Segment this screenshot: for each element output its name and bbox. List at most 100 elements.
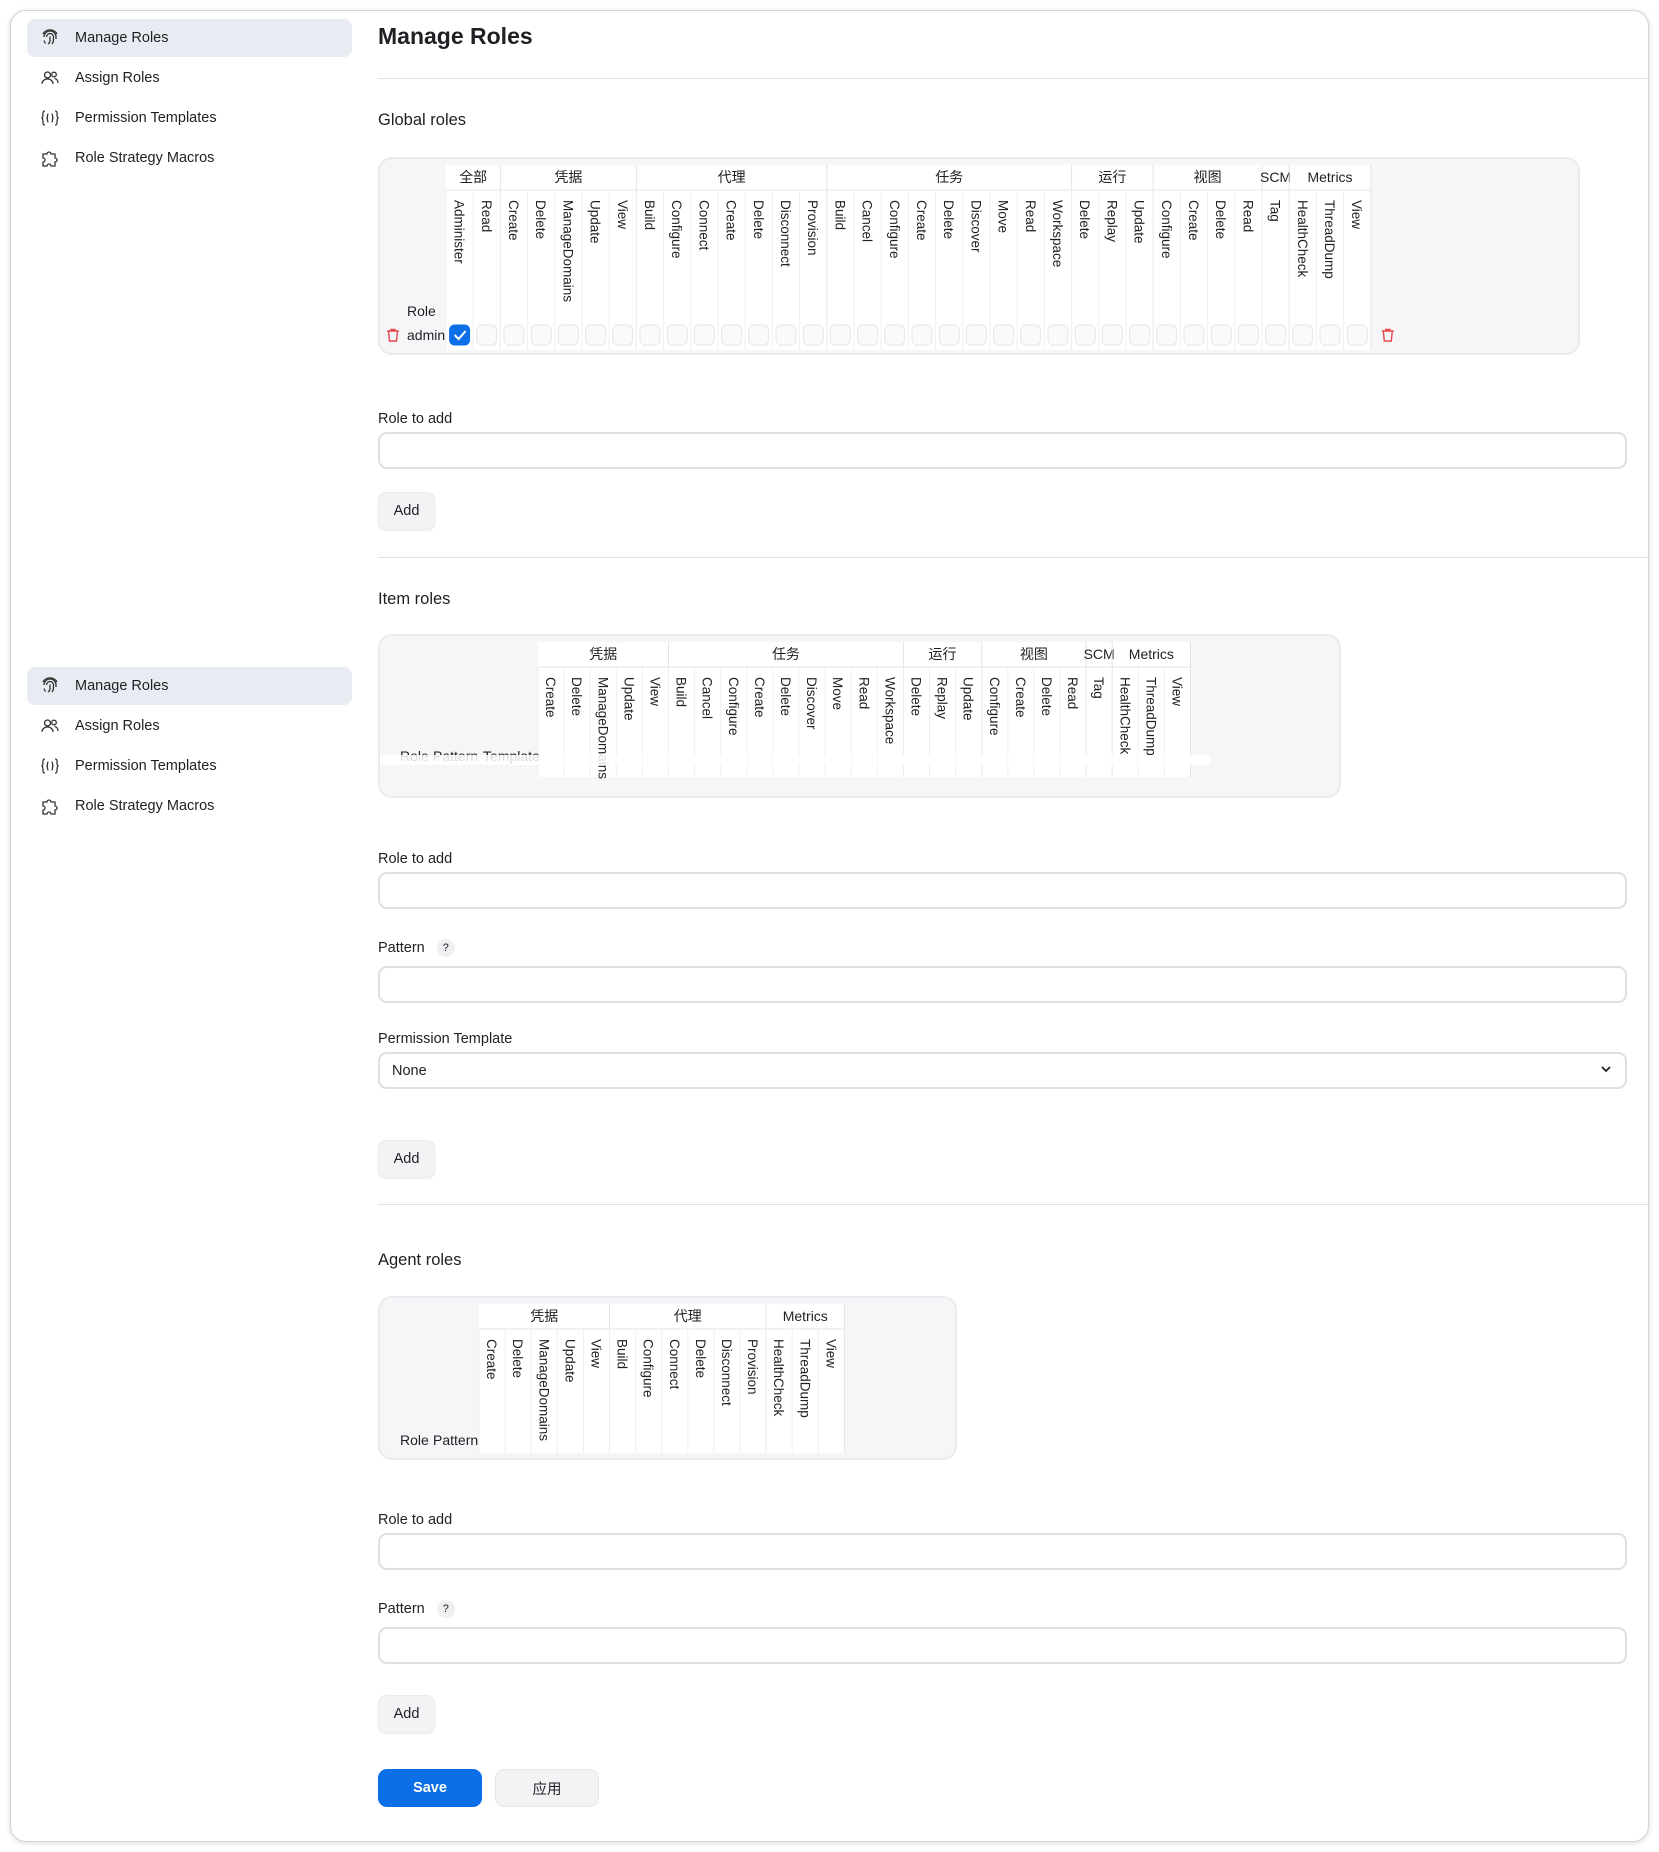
agent-roles-title: Agent roles — [378, 1251, 462, 1269]
permission-checkbox — [1074, 324, 1096, 346]
braces-icon — [39, 755, 61, 777]
sidebar-item-assign-roles[interactable]: Assign Roles — [27, 59, 352, 97]
item-roles-grid: 凭据 任务 运行 视图 SCM MetricsCreate Delete ManageDoma… — [380, 642, 1211, 779]
permission-group-label: 运行 — [929, 646, 957, 662]
permission-label: Provision — [745, 1339, 760, 1395]
item-add-button[interactable]: Add — [378, 1140, 435, 1178]
save-button[interactable]: Save — [378, 1769, 482, 1807]
sidebar-item-label: Role Strategy Macros — [75, 798, 215, 814]
agent-add-button[interactable]: Add — [378, 1695, 435, 1733]
fingerprint-icon — [39, 27, 61, 49]
trash-icon — [387, 328, 399, 342]
permission-group-label: 代理 — [718, 169, 746, 185]
permission-label: HealthCheck — [771, 1339, 786, 1417]
permission-label: Cancel — [860, 200, 875, 242]
fingerprint-icon — [39, 675, 61, 697]
permission-checkbox — [1319, 324, 1341, 346]
permission-template-value: None — [392, 1062, 427, 1079]
agent-role-to-add-input[interactable] — [378, 1533, 1627, 1570]
permission-checkbox — [911, 324, 933, 346]
permission-label: Create — [506, 200, 521, 241]
permission-label: Create — [1186, 200, 1201, 241]
sidebar-item-label: Assign Roles — [75, 70, 160, 86]
permission-label: Build — [642, 200, 657, 230]
permission-label: Delete — [569, 677, 584, 716]
permission-label: Read — [1023, 200, 1038, 232]
permission-label: Create — [484, 1339, 499, 1380]
sidebar-item-assign-roles[interactable]: Assign Roles — [27, 707, 352, 745]
main-content: Manage Roles Global roles 全部 凭据 代理 任务 运行 视图 SC… — [378, 11, 1648, 1841]
puzzle-icon — [39, 795, 61, 817]
permission-label: Delete — [751, 200, 766, 239]
sidebar-item-manage-roles[interactable]: Manage Roles — [27, 19, 352, 57]
permission-label: Delete — [778, 677, 793, 716]
permission-checkbox — [748, 324, 770, 346]
apply-button[interactable]: 应用 — [495, 1769, 599, 1807]
permission-label: Configure — [726, 677, 741, 736]
sidebar-item-permission-templates[interactable]: Permission Templates — [27, 747, 352, 785]
puzzle-icon — [39, 147, 61, 169]
permission-label: Read — [479, 200, 494, 232]
item-pattern-label: Pattern? — [378, 939, 455, 957]
trash-icon — [1381, 328, 1394, 342]
permission-checkbox — [775, 324, 797, 346]
permission-checkbox — [857, 324, 879, 346]
sidebar-item-label: Role Strategy Macros — [75, 150, 215, 166]
permission-label: Delete — [533, 200, 548, 239]
permission-label: ManageDomains — [536, 1339, 551, 1441]
agent-roles-table: 凭据 代理 Metrics Create Delete ManageDomains Upda… — [378, 1296, 957, 1460]
permission-template-select[interactable]: None — [378, 1052, 1627, 1089]
permission-group-label: 凭据 — [554, 169, 582, 185]
global-role-to-add-input[interactable] — [378, 432, 1627, 469]
permission-checkbox — [1047, 324, 1069, 346]
permission-label: Create — [543, 677, 558, 718]
permission-label: ManageDomains — [560, 200, 575, 302]
permission-label: Disconnect — [778, 200, 793, 267]
divider — [378, 1204, 1648, 1205]
permission-group-label: 任务 — [772, 646, 800, 662]
sidebar-item-permission-templates[interactable]: Permission Templates — [27, 99, 352, 137]
column-header: Role — [407, 303, 436, 319]
permission-label: Read — [1065, 677, 1080, 709]
permission-checkbox — [557, 324, 579, 346]
permission-group-label: Metrics — [1307, 169, 1352, 185]
permission-group-label: 任务 — [935, 169, 963, 185]
permission-label: View — [823, 1339, 838, 1368]
app-window: Manage Roles Assign Roles Permission Tem… — [10, 10, 1649, 1842]
item-roles-title: Item roles — [378, 590, 451, 608]
agent-pattern-label: Pattern? — [378, 1600, 455, 1618]
permission-group-label: 凭据 — [589, 646, 617, 662]
permission-label: View — [615, 200, 630, 229]
permission-label: Build — [674, 677, 689, 707]
chevron-down-icon — [1599, 1062, 1613, 1080]
permission-label: Configure — [987, 677, 1002, 736]
sidebar-item-label: Permission Templates — [75, 110, 217, 126]
item-pattern-label-text: Pattern — [378, 939, 425, 956]
permission-label: Move — [830, 677, 845, 710]
permission-checkbox — [802, 324, 824, 346]
permission-label: Build — [615, 1339, 630, 1369]
item-pattern-input[interactable] — [378, 966, 1627, 1003]
permission-group-label: SCM — [1084, 646, 1115, 662]
permission-label: Delete — [1213, 200, 1228, 239]
divider — [378, 78, 1648, 79]
permission-label: Create — [1013, 677, 1028, 718]
global-add-button[interactable]: Add — [378, 492, 435, 530]
permission-checkbox — [1129, 324, 1151, 346]
permission-label: Delete — [941, 200, 956, 239]
column-header: Pattern — [433, 1432, 478, 1448]
permission-label: Workspace — [1050, 200, 1065, 267]
sidebar-item-role-strategy-macros[interactable]: Role Strategy Macros — [27, 787, 352, 825]
permission-label: Replay — [1104, 200, 1119, 242]
help-icon[interactable]: ? — [436, 939, 455, 957]
sidebar-item-manage-roles[interactable]: Manage Roles — [27, 667, 352, 705]
help-icon[interactable]: ? — [436, 1600, 455, 1618]
trash-icon-shape — [387, 328, 399, 342]
permission-checkbox — [639, 324, 661, 346]
agent-pattern-input[interactable] — [378, 1627, 1627, 1664]
permission-label: Configure — [887, 200, 902, 259]
permission-group-label: Metrics — [1129, 646, 1174, 662]
item-role-to-add-input[interactable] — [378, 872, 1627, 909]
permission-label: Connect — [667, 1339, 682, 1390]
sidebar-item-role-strategy-macros[interactable]: Role Strategy Macros — [27, 139, 352, 177]
